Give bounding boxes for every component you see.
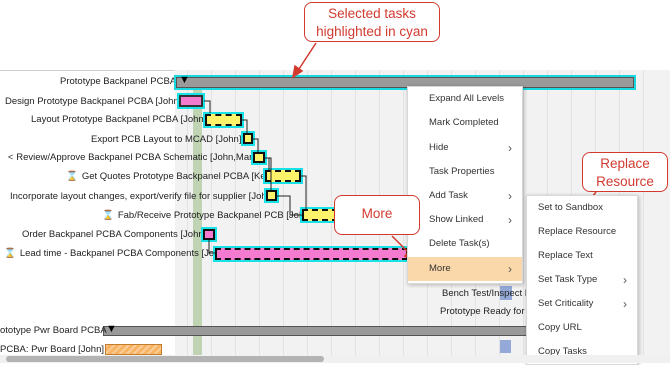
- submenu-item-set-sandbox[interactable]: Set to Sandbox: [527, 196, 637, 220]
- chevron-right-icon: ›: [623, 297, 627, 311]
- submenu-item-replace-resource[interactable]: Replace Resource: [527, 220, 637, 244]
- row-label-order[interactable]: Order Backpanel PCBA Components [John]: [22, 229, 206, 240]
- chevron-right-icon: ›: [508, 262, 512, 276]
- callout-more-text: More: [361, 206, 393, 221]
- row-label-leadtime[interactable]: ⌛ Lead time - Backpanel PCBA Components […: [4, 248, 227, 259]
- context-menu: Expand All Levels Mark Completed Hide › T…: [407, 86, 523, 284]
- pwr-collapse-icon[interactable]: ▼: [106, 323, 117, 335]
- row-label-quotes[interactable]: ⌛ Get Quotes Prototype Backpanel PCBA [Ke…: [66, 171, 274, 182]
- menu-item-task-properties[interactable]: Task Properties: [408, 160, 522, 184]
- row-label-prototype-backpanel[interactable]: Prototype Backpanel PCBA: [60, 76, 176, 87]
- callout-selected-text: Selected tasks highlighted in cyan: [316, 6, 428, 39]
- task-bar-order[interactable]: [201, 227, 217, 242]
- row-label-incorporate[interactable]: Incorporate layout changes, export/verif…: [10, 191, 275, 202]
- row-label-fab[interactable]: ⌛ Fab/Receive Prototype Backpanel PCB [Jo…: [102, 210, 312, 221]
- task-bar-layout[interactable]: [203, 112, 244, 128]
- chevron-right-icon: ›: [508, 141, 512, 155]
- submenu-more: Set to Sandbox Replace Resource Replace …: [526, 195, 638, 365]
- task-bar-leadtime[interactable]: [213, 246, 410, 262]
- scrollbar-thumb[interactable]: [6, 356, 324, 362]
- row-label-export[interactable]: Export PCB Layout to MCAD [John]: [91, 134, 241, 145]
- menu-item-mark-completed[interactable]: Mark Completed: [408, 111, 522, 135]
- callout-selected-tasks: Selected tasks highlighted in cyan: [304, 2, 440, 42]
- share-icon: <: [8, 152, 14, 162]
- menu-item-expand-all[interactable]: Expand All Levels: [408, 87, 522, 111]
- task-bar-export[interactable]: [241, 131, 255, 146]
- hourglass-icon: ⌛: [102, 210, 114, 221]
- chart-text-bench-test: Bench Test/Inspect Ba: [442, 288, 537, 299]
- chevron-right-icon: ›: [508, 213, 512, 227]
- chart-text-prototype-ready: Prototype Ready for B: [440, 306, 534, 317]
- row-label-layout[interactable]: Layout Prototype Backpanel PCBA [John]: [31, 114, 206, 125]
- callout-more: More: [334, 195, 420, 235]
- summary-bar-backpanel[interactable]: [174, 75, 636, 90]
- submenu-item-replace-text[interactable]: Replace Text: [527, 244, 637, 268]
- menu-item-add-task[interactable]: Add Task ›: [408, 184, 522, 208]
- summary-collapse-icon[interactable]: ▼: [179, 74, 190, 86]
- row-label-pwr-board[interactable]: ototype Pwr Board PCBA: [0, 325, 107, 336]
- submenu-item-set-task-type[interactable]: Set Task Type ›: [527, 268, 637, 292]
- row-label-design[interactable]: Design Prototype Backpanel PCBA [John]: [5, 96, 181, 107]
- callout-replace-resource: Replace Resource: [582, 152, 668, 192]
- hourglass-icon: ⌛: [66, 171, 78, 182]
- row-label-review[interactable]: < Review/Approve Backpanel PCBA Schematic…: [8, 152, 260, 163]
- milestone-prototype-ready[interactable]: [500, 340, 511, 353]
- submenu-item-copy-url[interactable]: Copy URL: [527, 316, 637, 340]
- menu-item-hide[interactable]: Hide ›: [408, 136, 522, 160]
- chevron-right-icon: ›: [623, 273, 627, 287]
- task-bar-quotes[interactable]: [263, 168, 303, 184]
- hourglass-icon: ⌛: [4, 248, 16, 259]
- submenu-item-set-criticality[interactable]: Set Criticality ›: [527, 292, 637, 316]
- task-bar-review[interactable]: [251, 150, 267, 165]
- chevron-right-icon: ›: [508, 189, 512, 203]
- task-bar-pcba-pwr[interactable]: [105, 344, 162, 355]
- task-bar-incorporate[interactable]: [264, 188, 279, 203]
- menu-item-more[interactable]: More ›: [408, 257, 522, 281]
- menu-item-delete-tasks[interactable]: Delete Task(s): [408, 232, 522, 256]
- callout-replace-text: Replace Resource: [596, 156, 654, 189]
- task-bar-design[interactable]: [177, 93, 205, 109]
- row-label-pcba-pwr[interactable]: PCBA: Pwr Board [John]: [0, 344, 104, 355]
- menu-item-show-linked[interactable]: Show Linked ›: [408, 208, 522, 232]
